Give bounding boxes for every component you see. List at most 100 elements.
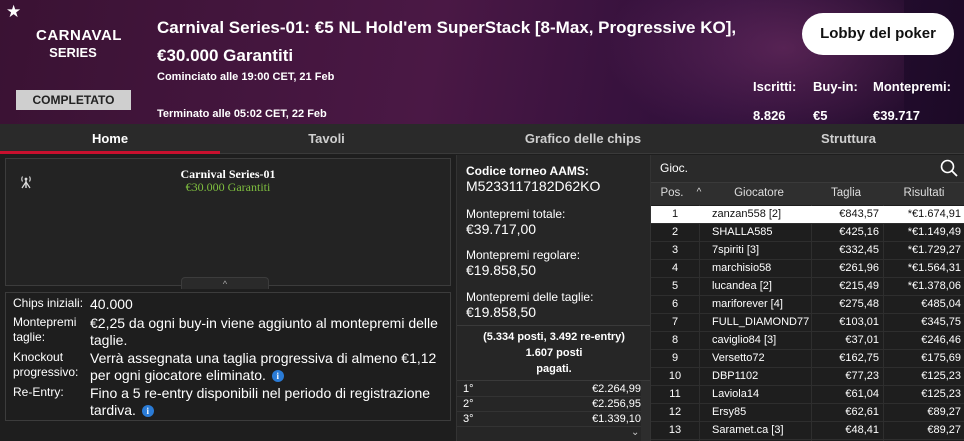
table-row[interactable]: 10 DBP1102 €77,23 €125,23 <box>651 368 964 386</box>
reentry-info-icon[interactable]: i <box>141 405 154 418</box>
player-name: DBP1102 <box>712 370 759 382</box>
home-info-panel: Carnival Series-01 €30.000 Garantiti ^ C… <box>0 155 456 441</box>
player-result: €125,23 <box>921 370 961 382</box>
player-position: 13 <box>668 424 682 436</box>
prize-info-panel: Codice torneo AAMS: M5233117182D62KO Mon… <box>456 155 651 441</box>
table-row[interactable]: 4 marchisio58 €261,96 *€1.564,31 <box>651 260 964 278</box>
status-badge: COMPLETATO <box>16 90 131 110</box>
player-result: €485,04 <box>921 298 961 310</box>
reentry-label: Re-Entry: <box>13 385 64 399</box>
logo-line-2: SERIES <box>49 45 97 60</box>
player-search-input[interactable]: Gioc. <box>660 161 688 175</box>
player-bounty: €275,48 <box>839 298 879 310</box>
table-row[interactable]: 9 Versetto72 €162,75 €175,69 <box>651 350 964 368</box>
tab-chip-graph[interactable]: Grafico delle chips <box>433 124 733 154</box>
player-result: *€1.674,91 <box>907 208 961 220</box>
table-row[interactable]: 5 lucandea [2] €215,49 *€1.378,06 <box>651 278 964 296</box>
col-bounty[interactable]: Taglia <box>813 187 879 199</box>
tab-tables[interactable]: Tavoli <box>220 124 433 154</box>
tournament-header: ★ CARNAVAL SERIES COMPLETATO Carnival Se… <box>0 0 964 124</box>
player-position: 7 <box>671 316 679 328</box>
knockout-value: Verrà assegnata una taglia progressiva d… <box>90 350 448 384</box>
banner-guarantee: €30.000 Garantiti <box>185 180 271 194</box>
player-result: €345,75 <box>921 316 961 328</box>
player-bounty: €103,01 <box>839 316 879 328</box>
payout-position: 1° <box>463 383 474 395</box>
table-row[interactable]: 7 FULL_DIAMOND77 €103,01 €345,75 <box>651 314 964 332</box>
reentry-value: Fino a 5 re-entry disponibili nel period… <box>90 385 448 419</box>
player-bounty: €37,01 <box>845 334 879 346</box>
table-row[interactable]: 13 Saramet.ca [3] €48,41 €89,27 <box>651 422 964 440</box>
poker-lobby-button[interactable]: Lobby del poker <box>802 13 954 55</box>
entries-count: (5.334 posti, 3.492 re-entry) <box>483 331 625 343</box>
entrants-label: Iscritti: <box>753 79 797 94</box>
player-name: caviglio84 [3] <box>712 334 777 346</box>
collapse-banner-button[interactable]: ^ <box>181 277 269 289</box>
favorite-star-icon[interactable]: ★ <box>6 2 21 22</box>
col-position[interactable]: Pos. <box>655 187 689 199</box>
bounty-pool-label: Montepremi taglie: <box>13 315 77 344</box>
player-name: lucandea [2] <box>712 280 772 292</box>
player-result: €89,27 <box>927 406 961 418</box>
table-row[interactable]: 11 Laviola14 €61,04 €125,23 <box>651 386 964 404</box>
player-bounty: €77,23 <box>845 370 879 382</box>
knockout-label: Knockout progressivo: <box>13 350 79 379</box>
player-result: *€1.149,49 <box>907 226 961 238</box>
player-position: 6 <box>671 298 679 310</box>
tournament-title: Carnival Series-01: €5 NL Hold'em SuperS… <box>157 14 757 70</box>
reentry-text: Fino a 5 re-entry disponibili nel period… <box>90 385 431 418</box>
player-result: €175,69 <box>921 352 961 364</box>
players-table-header: Pos. ^ Giocatore Taglia Risultati <box>651 183 964 205</box>
sort-ascending-icon[interactable]: ^ <box>693 187 705 198</box>
player-result: €125,23 <box>921 388 961 400</box>
table-row[interactable]: 1 zanzan558 [2] €843,57 *€1.674,91 <box>651 206 964 224</box>
tab-home[interactable]: Home <box>0 124 220 154</box>
player-name: mariforever [4] <box>712 298 783 310</box>
player-position: 2 <box>671 226 679 238</box>
col-player[interactable]: Giocatore <box>707 187 811 199</box>
knockout-info-icon[interactable]: i <box>271 370 284 383</box>
table-row[interactable]: 6 mariforever [4] €275,48 €485,04 <box>651 296 964 314</box>
player-bounty: €162,75 <box>839 352 879 364</box>
player-search[interactable]: Gioc. <box>651 155 964 183</box>
entrants-value: 8.826 <box>753 108 786 123</box>
player-bounty: €62,61 <box>845 406 879 418</box>
player-bounty: €261,96 <box>839 262 879 274</box>
table-row[interactable]: 2 SHALLA585 €425,16 *€1.149,49 <box>651 224 964 242</box>
starting-chips-value: 40.000 <box>90 296 133 312</box>
player-name: zanzan558 [2] <box>712 208 782 220</box>
player-name: Ersy85 <box>712 406 747 418</box>
col-results[interactable]: Risultati <box>883 187 964 199</box>
player-position: 4 <box>671 262 679 274</box>
tournament-details: Chips iniziali: 40.000 Montepremi taglie… <box>5 292 451 421</box>
title-line-1: Carnival Series-01: €5 NL Hold'em SuperS… <box>157 18 737 37</box>
bounty-prizepool-value: €19.858,50 <box>466 304 537 320</box>
table-row[interactable]: 3 7spiriti [3] €332,45 *€1.729,27 <box>651 242 964 260</box>
tournament-banner: Carnival Series-01 €30.000 Garantiti <box>5 158 451 286</box>
player-position: 10 <box>668 370 682 382</box>
player-bounty: €48,41 <box>845 424 879 436</box>
regular-prizepool-label: Montepremi regolare: <box>466 248 581 262</box>
active-tab-indicator <box>0 151 220 154</box>
aams-code-label: Codice torneo AAMS: <box>466 164 589 178</box>
player-result: €89,27 <box>927 424 961 436</box>
player-name: marchisio58 <box>712 262 772 274</box>
player-result: *€1.564,31 <box>907 262 961 274</box>
search-icon[interactable] <box>939 158 959 178</box>
end-time: Terminato alle 05:02 CET, 22 Feb <box>157 108 327 120</box>
tab-structure[interactable]: Struttura <box>733 124 964 154</box>
player-position: 8 <box>671 334 679 346</box>
player-bounty: €215,49 <box>839 280 879 292</box>
start-time: Cominciato alle 19:00 CET, 21 Feb <box>157 71 335 83</box>
chevron-down-icon[interactable]: ⌄ <box>631 427 639 438</box>
aams-code-value: M5233117182D62KO <box>466 178 601 194</box>
player-name: Laviola14 <box>712 388 760 400</box>
player-name: Versetto72 <box>712 352 765 364</box>
table-row[interactable]: 12 Ersy85 €62,61 €89,27 <box>651 404 964 422</box>
paid-places-summary: (5.334 posti, 3.492 re-entry) 1.607 post… <box>457 325 651 381</box>
player-position: 5 <box>671 280 679 292</box>
buyin-value: €5 <box>813 108 828 123</box>
player-bounty: €332,45 <box>839 244 879 256</box>
total-prizepool-label: Montepremi totale: <box>466 207 566 221</box>
table-row[interactable]: 8 caviglio84 [3] €37,01 €246,46 <box>651 332 964 350</box>
